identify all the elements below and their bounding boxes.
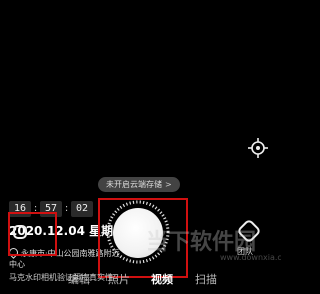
bottom-bar: 马克水印相机验证照片真实性 编辑 照片 视频 扫描 [0,268,281,288]
camera-screen: 未开启云端存储 > 16 : 57 : 02 2020.12.04 星期五 永康市… [0,0,281,294]
site-watermark: 当下软件园 [146,230,257,255]
tab-video[interactable]: 视频 [151,271,173,287]
tab-edit[interactable]: 编辑 [68,271,90,287]
site-watermark-url: www.downxia.com [220,253,281,262]
verify-hint[interactable]: 马克水印相机验证照片真实性 [9,272,113,283]
time-sep: : [64,203,69,214]
tab-photo[interactable]: 照片 [108,271,130,287]
tab-scan[interactable]: 扫描 [195,271,217,287]
cloud-storage-pill[interactable]: 未开启云端存储 > [98,177,180,192]
time-second: 02 [71,201,93,217]
highlight-box-left [8,212,57,256]
chevron-right-icon: > [165,180,172,189]
cloud-storage-label: 未开启云端存储 [106,180,162,189]
crosshair-icon[interactable] [247,137,269,159]
